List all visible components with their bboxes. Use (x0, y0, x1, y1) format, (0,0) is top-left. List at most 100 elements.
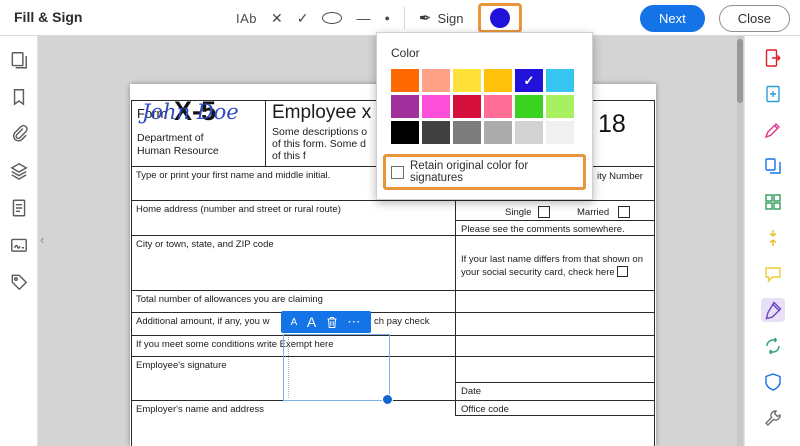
cross-icon[interactable]: ✕ (271, 11, 283, 25)
organize-pages-icon[interactable] (761, 190, 785, 214)
signature-mini-toolbar: A A ⋯ (281, 311, 371, 333)
export-pdf-icon[interactable] (761, 46, 785, 70)
form-border (654, 100, 655, 446)
comment-icon[interactable] (761, 262, 785, 286)
bookmarks-icon[interactable] (9, 87, 29, 107)
fill-and-sign-icon[interactable] (761, 298, 785, 322)
oval-icon[interactable] (322, 12, 342, 24)
combine-files-icon[interactable] (761, 154, 785, 178)
create-pdf-icon[interactable] (761, 82, 785, 106)
married-checkbox[interactable] (618, 206, 630, 218)
toolbar-actions: Next Close (640, 5, 790, 32)
color-picker-title: Color (391, 46, 592, 60)
color-swatch[interactable] (453, 69, 481, 92)
selected-check-icon: ✓ (515, 69, 543, 92)
allowances-label: Total number of allowances you are claim… (136, 294, 323, 306)
attachments-icon[interactable] (9, 124, 29, 144)
name-field-label: Type or print your first name and middle… (136, 170, 330, 182)
color-swatch[interactable] (546, 95, 574, 118)
line-icon[interactable]: — (356, 11, 370, 25)
collapse-nav-arrow[interactable]: ‹ (40, 232, 44, 247)
scrollbar-thumb[interactable] (737, 39, 743, 103)
employee-signature-label: Employee's signature (136, 360, 227, 372)
dept-line-1: Department of (137, 132, 204, 144)
checkmark-icon[interactable]: ✓ (297, 11, 309, 25)
ssn-label-fragment: ity Number (597, 171, 643, 183)
color-swatch[interactable] (453, 121, 481, 144)
signature-guide-dots (288, 337, 289, 398)
delete-icon[interactable] (326, 316, 338, 329)
color-swatch[interactable] (422, 121, 450, 144)
employer-label: Employer's name and address (136, 404, 264, 416)
form-title: Employee x (272, 102, 371, 124)
compress-pdf-icon[interactable] (761, 226, 785, 250)
color-swatch[interactable] (391, 95, 419, 118)
sign-pen-icon: ✒ (419, 9, 432, 27)
color-swatch[interactable] (422, 95, 450, 118)
color-swatch[interactable] (515, 95, 543, 118)
additional-amount-label: Additional amount, if any, you w (136, 316, 269, 328)
retain-color-checkbox[interactable] (391, 166, 404, 179)
form-line (131, 200, 654, 201)
next-button[interactable]: Next (640, 5, 705, 32)
form-line (265, 100, 266, 166)
form-desc-1: Some descriptions o (272, 126, 367, 138)
page-thumbnails-icon[interactable] (9, 50, 29, 70)
color-swatch[interactable] (546, 121, 574, 144)
retain-color-highlight: Retain original color for signatures (383, 154, 586, 190)
annotation-tools: IAb ✕ ✓ — ● ✒ Sign (236, 0, 522, 36)
form-line (455, 166, 456, 415)
color-swatch[interactable] (484, 95, 512, 118)
pay-check-label: ch pay check (374, 316, 429, 328)
increase-size-button[interactable]: A (307, 314, 316, 330)
form-line (131, 290, 654, 291)
city-label: City or town, state, and ZIP code (136, 239, 274, 251)
more-tools-icon[interactable] (761, 406, 785, 430)
retain-color-label: Retain original color for signatures (410, 160, 578, 184)
form-border (131, 100, 132, 446)
color-swatch[interactable] (484, 69, 512, 92)
single-checkbox[interactable] (538, 206, 550, 218)
left-navigation-rail (0, 36, 38, 446)
placed-signature[interactable]: John Doe (142, 100, 239, 124)
color-swatch[interactable] (391, 69, 419, 92)
dot-icon[interactable]: ● (384, 14, 389, 23)
color-swatch[interactable] (484, 121, 512, 144)
color-swatch[interactable] (546, 69, 574, 92)
form-line (131, 312, 654, 313)
right-tools-rail (744, 36, 800, 446)
signature-selection-box[interactable] (283, 334, 390, 401)
sign-label: Sign (438, 11, 464, 26)
name-differs-label: If your last name differs from that show… (461, 254, 647, 279)
form-line (455, 382, 654, 383)
signatures-icon[interactable] (9, 235, 29, 255)
form-line (131, 356, 654, 357)
signature-resize-handle[interactable] (382, 394, 393, 405)
color-swatch[interactable] (515, 121, 543, 144)
color-picker-button[interactable] (490, 8, 510, 28)
color-swatch[interactable] (453, 95, 481, 118)
form-line (131, 335, 654, 336)
edit-pdf-icon[interactable] (761, 118, 785, 142)
office-code-label: Office code (461, 404, 509, 416)
more-options-icon[interactable]: ⋯ (347, 314, 361, 330)
color-swatch-selected[interactable]: ✓ (515, 69, 543, 92)
decrease-size-button[interactable]: A (291, 317, 298, 328)
convert-icon[interactable] (761, 334, 785, 358)
protect-icon[interactable] (761, 370, 785, 394)
check-here-checkbox[interactable] (617, 266, 628, 277)
close-button[interactable]: Close (719, 5, 790, 32)
toolbar-separator (404, 7, 405, 29)
form-year: 18 (598, 110, 626, 139)
add-text-icon[interactable]: IAb (236, 12, 257, 25)
form-desc-3: of this f (272, 150, 306, 162)
color-swatch[interactable] (422, 69, 450, 92)
color-swatch[interactable] (391, 121, 419, 144)
color-swatch-grid: ✓ (391, 69, 578, 144)
sign-button[interactable]: ✒ Sign (419, 9, 464, 27)
tags-icon[interactable] (9, 272, 29, 292)
color-picker-popover: Color ✓ Retain original color f (376, 32, 593, 200)
page-content-icon[interactable] (9, 198, 29, 218)
layers-icon[interactable] (9, 161, 29, 181)
name-differs-text: If your last name differs from that show… (461, 254, 643, 278)
